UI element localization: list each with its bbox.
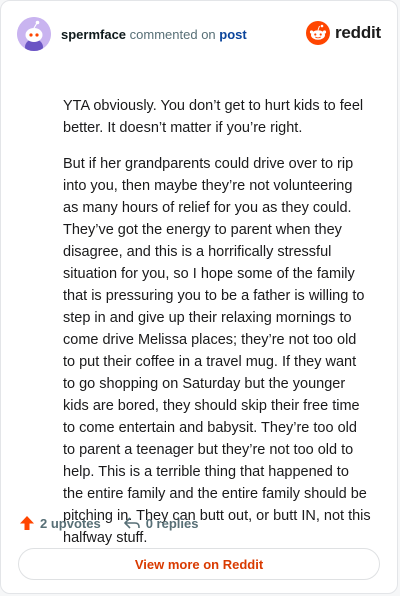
post-link[interactable]: post	[219, 27, 246, 42]
username-link[interactable]: spermface	[61, 27, 126, 42]
comment-paragraph: YTA obviously. You don’t get to hurt kid…	[63, 98, 364, 136]
reddit-logo[interactable]: reddit	[305, 21, 381, 45]
upvote-arrow-icon	[20, 516, 34, 530]
reddit-snoo-icon	[305, 21, 330, 45]
comment-body: YTA obviously. You don’t get to hurt kid…	[63, 95, 371, 563]
reply-stat[interactable]: 0 replies	[123, 515, 199, 531]
upvote-stat[interactable]: 2 upvotes	[19, 515, 101, 531]
reply-count: 0 replies	[145, 515, 199, 531]
brand-wordmark: reddit	[334, 23, 381, 42]
comment-meta: spermface commented on post	[61, 27, 247, 42]
avatar[interactable]	[17, 17, 51, 51]
reply-icon	[123, 517, 140, 529]
upvote-count: 2 upvotes	[40, 515, 101, 531]
comment-paragraph: But if her grandparents could drive over…	[63, 156, 371, 546]
view-more-button[interactable]: View more on Reddit	[18, 548, 380, 580]
comment-embed-card: spermface commented on post reddit YTA o…	[0, 0, 398, 594]
comment-header: spermface commented on post reddit	[17, 17, 381, 51]
comment-footer: 2 upvotes 0 replies	[19, 511, 220, 535]
action-text: commented on	[129, 26, 216, 42]
snoo-avatar-icon	[17, 17, 51, 51]
